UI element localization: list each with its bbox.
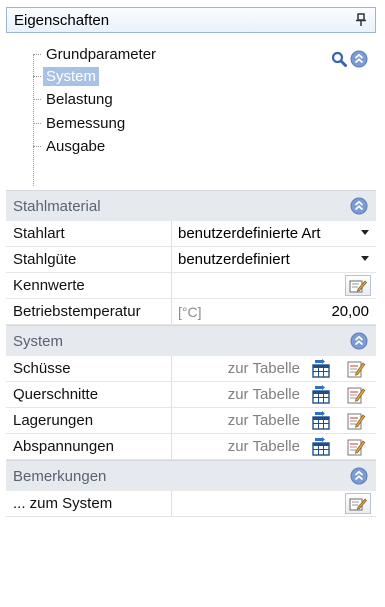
tree-item-ausgabe[interactable]: Ausgabe (33, 135, 108, 157)
row-querschnitte: Querschnitte zur Tabelle (6, 382, 376, 408)
chevron-down-icon[interactable] (361, 230, 369, 235)
property-name: Schüsse (6, 356, 172, 381)
row-stahlguete: Stahlgüte benutzerdefiniert (6, 247, 376, 273)
tree-item-label: Belastung (46, 90, 113, 108)
property-name: Querschnitte (6, 382, 172, 407)
row-stahlart: Stahlart benutzerdefinierte Art (6, 221, 376, 247)
edit-icon (349, 279, 367, 292)
edit-icon[interactable] (346, 384, 366, 405)
tree-item-system[interactable]: System (33, 65, 100, 87)
link-label: zur Tabelle (227, 386, 300, 403)
edit-button[interactable] (345, 493, 371, 514)
tree-item-belastung[interactable]: Belastung (33, 88, 116, 110)
link-label: zur Tabelle (227, 438, 300, 455)
collapse-icon[interactable] (350, 50, 368, 68)
stahlguete-dropdown[interactable]: benutzerdefiniert (172, 247, 376, 272)
property-grid: Stahlmaterial Stahlart benutzerdefiniert… (6, 190, 376, 517)
table-import-icon[interactable] (311, 411, 331, 430)
property-name: Kennwerte (6, 273, 172, 298)
property-name: Stahlgüte (6, 247, 172, 272)
section-bemerkungen[interactable]: Bemerkungen (6, 460, 376, 491)
row-zum-system: ... zum System (6, 491, 376, 517)
link-label: zur Tabelle (227, 360, 300, 377)
property-name: Stahlart (6, 221, 172, 246)
section-title: System (13, 332, 64, 350)
tree-item-bemessung[interactable]: Bemessung (33, 112, 128, 134)
edit-icon[interactable] (346, 410, 366, 431)
table-import-icon[interactable] (311, 437, 331, 456)
zum-system-value (172, 491, 376, 516)
zur-tabelle-link[interactable]: zur Tabelle (172, 356, 376, 381)
collapse-icon[interactable] (350, 197, 368, 215)
zur-tabelle-link[interactable]: zur Tabelle (172, 408, 376, 433)
dropdown-value: benutzerdefinierte Art (178, 225, 321, 242)
properties-panel-header: Eigenschaften (6, 7, 376, 33)
row-lagerungen: Lagerungen zur Tabelle (6, 408, 376, 434)
edit-icon[interactable] (346, 358, 366, 379)
panel-title: Eigenschaften (14, 11, 110, 29)
pin-icon[interactable] (355, 11, 367, 29)
kennwerte-value (172, 273, 376, 298)
section-system[interactable]: System (6, 325, 376, 356)
stahlart-dropdown[interactable]: benutzerdefinierte Art (172, 221, 376, 246)
edit-icon[interactable] (346, 436, 366, 457)
edit-button[interactable] (345, 275, 371, 296)
temperature-value: 20,00 (331, 303, 369, 320)
tree-item-label: System (43, 66, 100, 86)
tree-item-label: Grundparameter (46, 45, 157, 63)
tree-item-grundparameter[interactable]: Grundparameter (33, 43, 159, 65)
row-betriebstemperatur: Betriebstemperatur [°C] 20,00 (6, 299, 376, 325)
collapse-icon[interactable] (350, 467, 368, 485)
chevron-down-icon[interactable] (361, 256, 369, 261)
zur-tabelle-link[interactable]: zur Tabelle (172, 434, 376, 459)
betriebstemperatur-input[interactable]: [°C] 20,00 (172, 299, 376, 324)
section-stahlmaterial[interactable]: Stahlmaterial (6, 190, 376, 221)
link-label: zur Tabelle (227, 412, 300, 429)
unit-label: [°C] (178, 303, 202, 320)
search-icon[interactable] (331, 51, 347, 67)
property-name: Lagerungen (6, 408, 172, 433)
tree-item-label: Ausgabe (46, 137, 106, 155)
tree-item-label: Bemessung (46, 114, 126, 132)
section-title: Stahlmaterial (13, 197, 101, 215)
edit-icon (349, 497, 367, 510)
table-import-icon[interactable] (311, 359, 331, 378)
row-kennwerte: Kennwerte (6, 273, 376, 299)
property-name: ... zum System (6, 491, 172, 516)
property-name: Betriebstemperatur (6, 299, 172, 324)
table-import-icon[interactable] (311, 385, 331, 404)
collapse-icon[interactable] (350, 332, 368, 350)
row-schuesse: Schüsse zur Tabelle (6, 356, 376, 382)
dropdown-value: benutzerdefiniert (178, 251, 290, 268)
property-name: Abspannungen (6, 434, 172, 459)
zur-tabelle-link[interactable]: zur Tabelle (172, 382, 376, 407)
row-abspannungen: Abspannungen zur Tabelle (6, 434, 376, 460)
section-title: Bemerkungen (13, 467, 107, 485)
